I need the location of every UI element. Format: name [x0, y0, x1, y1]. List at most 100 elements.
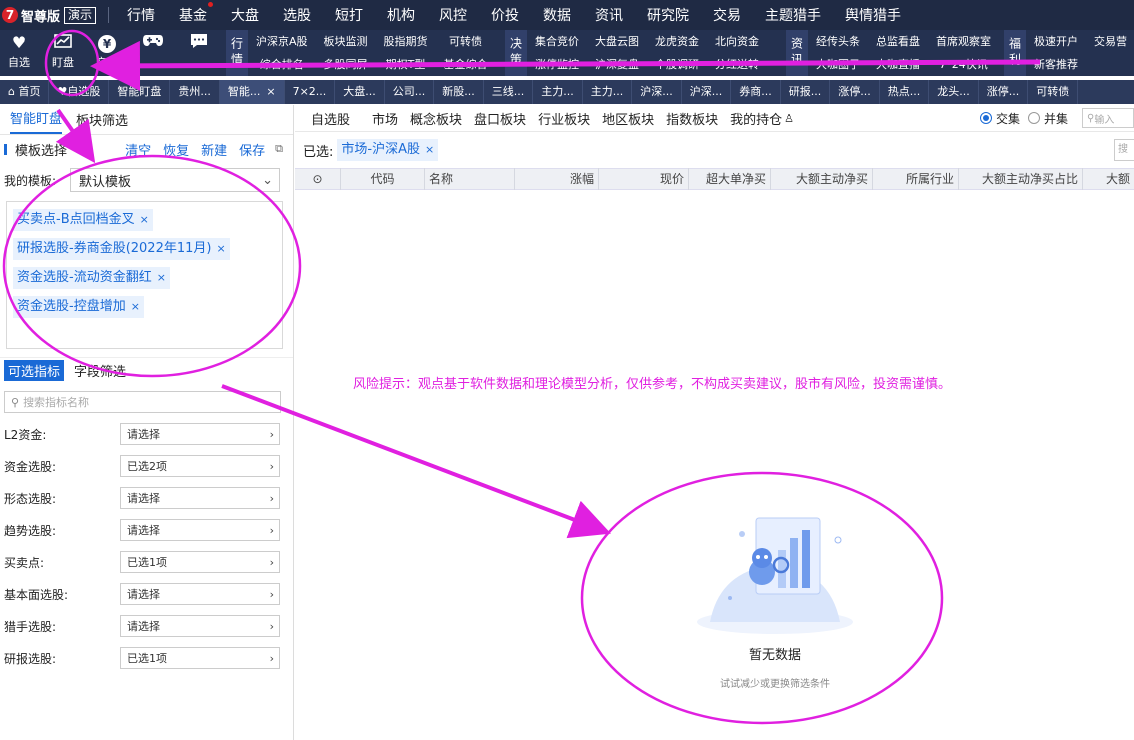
- ribbon-link[interactable]: 分红送转: [707, 53, 767, 76]
- tab[interactable]: 大盘...: [335, 80, 385, 104]
- column-header[interactable]: 名称: [425, 168, 515, 190]
- filter-select[interactable]: 请选择 ›: [120, 423, 280, 445]
- category-tab[interactable]: 概念板块: [410, 109, 462, 128]
- close-icon[interactable]: ×: [216, 242, 225, 255]
- menu-item-market[interactable]: 大盘: [219, 5, 271, 25]
- save-button[interactable]: 保存: [239, 140, 265, 159]
- menu-item-risk-control[interactable]: 风控: [427, 5, 479, 25]
- copy-icon[interactable]: ⧉: [275, 142, 283, 156]
- category-tab[interactable]: 自选股: [311, 109, 350, 128]
- tab[interactable]: 主力...: [533, 80, 583, 104]
- category-tab[interactable]: 市场: [372, 109, 398, 128]
- close-icon[interactable]: ×: [131, 300, 140, 313]
- ribbon-link[interactable]: 沪深京A股: [248, 30, 316, 53]
- menu-item-news[interactable]: 资讯: [583, 5, 635, 25]
- tab[interactable]: 公司...: [385, 80, 435, 104]
- tab[interactable]: 新股...: [434, 80, 484, 104]
- tab[interactable]: 龙头...: [929, 80, 979, 104]
- menu-item-stock-picking[interactable]: 选股: [271, 5, 323, 25]
- column-header[interactable]: 涨幅: [515, 168, 599, 190]
- tab-smart-monitor[interactable]: 智能盯盘: [109, 80, 171, 104]
- tab[interactable]: 热点...: [880, 80, 930, 104]
- ribbon-link[interactable]: 期权T型: [376, 53, 436, 76]
- filter-select[interactable]: 请选择 ›: [120, 615, 280, 637]
- column-header[interactable]: 超大单净买: [689, 168, 771, 190]
- tab[interactable]: 贵州...: [170, 80, 220, 104]
- menu-item-fund[interactable]: 基金: [167, 2, 219, 25]
- menu-item-quotes[interactable]: 行情: [115, 5, 167, 25]
- tab[interactable]: 7×2...: [285, 80, 336, 104]
- menu-item-sentiment-hunter[interactable]: 舆情猎手: [833, 5, 913, 25]
- ribbon-link[interactable]: 新客推荐: [1026, 53, 1086, 76]
- indicator-search-input[interactable]: ⚲ 搜索指标名称: [4, 391, 281, 413]
- tab-field-filter[interactable]: 字段筛选: [74, 361, 126, 380]
- menu-item-institution[interactable]: 机构: [375, 5, 427, 25]
- column-header[interactable]: 所属行业: [873, 168, 959, 190]
- ribbon-link[interactable]: 首席观察室: [928, 30, 999, 53]
- ribbon-link[interactable]: 7*24快讯: [928, 53, 999, 76]
- menu-item-value-invest[interactable]: 价投: [479, 5, 531, 25]
- filter-select[interactable]: 请选择 ›: [120, 487, 280, 509]
- column-header[interactable]: 现价: [599, 168, 689, 190]
- category-tab[interactable]: 地区板块: [602, 109, 654, 128]
- settings-gear-icon[interactable]: ⊙: [295, 168, 341, 190]
- filter-select[interactable]: 已选1项 ›: [120, 647, 280, 669]
- demo-badge[interactable]: 演示: [64, 6, 97, 24]
- tab-watchlist[interactable]: ♥自选股: [49, 80, 110, 104]
- tab[interactable]: 沪深...: [632, 80, 682, 104]
- tab[interactable]: 涨停...: [979, 80, 1029, 104]
- ribbon-link[interactable]: 大咖圈子: [808, 53, 868, 76]
- column-header[interactable]: 大额主动净买: [771, 168, 873, 190]
- tab[interactable]: 三线...: [484, 80, 534, 104]
- close-icon[interactable]: ×: [425, 143, 434, 156]
- tab-home[interactable]: ⌂ 首页: [0, 80, 50, 104]
- radio-union[interactable]: 并集: [1027, 110, 1068, 127]
- filter-select[interactable]: 请选择 ›: [120, 519, 280, 541]
- ribbon-link[interactable]: 板块监测: [316, 30, 376, 53]
- subtab-smart-monitor[interactable]: 智能盯盘: [10, 108, 63, 134]
- table-search-input[interactable]: 搜: [1114, 139, 1134, 161]
- category-tab[interactable]: 盘口板块: [474, 109, 526, 128]
- tab-active[interactable]: 智能... ×: [219, 80, 285, 104]
- menu-item-research[interactable]: 研究院: [635, 5, 701, 25]
- ribbon-link[interactable]: 交易营: [1086, 30, 1134, 53]
- tab[interactable]: 沪深...: [682, 80, 732, 104]
- ribbon-trade-button[interactable]: ¥ 交易: [88, 32, 126, 74]
- ribbon-link[interactable]: 极速开户: [1026, 30, 1086, 53]
- menu-item-short-trade[interactable]: 短打: [323, 5, 375, 25]
- close-icon[interactable]: ×: [266, 85, 275, 98]
- column-header[interactable]: 代码: [341, 168, 425, 190]
- category-tab[interactable]: 我的持仓: [730, 109, 782, 128]
- ribbon-link[interactable]: 基金综合: [436, 53, 496, 76]
- new-button[interactable]: 新建: [201, 140, 227, 159]
- ribbon-watchlist-button[interactable]: ♥ 自选: [0, 32, 38, 74]
- tab-available-indicators[interactable]: 可选指标: [4, 360, 65, 381]
- ribbon-game-button[interactable]: [134, 32, 172, 74]
- tab[interactable]: 涨停...: [830, 80, 880, 104]
- filter-select[interactable]: 已选1项 ›: [120, 551, 280, 573]
- menu-item-data[interactable]: 数据: [531, 5, 583, 25]
- tab[interactable]: 主力...: [583, 80, 633, 104]
- ribbon-link[interactable]: 大盘云图: [587, 30, 647, 53]
- ribbon-link[interactable]: 经传头条: [808, 30, 868, 53]
- filter-select[interactable]: 请选择 ›: [120, 583, 280, 605]
- ribbon-link[interactable]: 股指期货: [376, 30, 436, 53]
- ribbon-link[interactable]: 综合排名: [248, 53, 316, 76]
- filter-select[interactable]: 已选2项 ›: [120, 455, 280, 477]
- close-icon[interactable]: ×: [157, 271, 166, 284]
- ribbon-link[interactable]: 北向资金: [707, 30, 767, 53]
- ribbon-monitor-button[interactable]: 盯盘: [44, 32, 82, 74]
- ribbon-link[interactable]: 个股调研: [647, 53, 707, 76]
- radio-intersection[interactable]: 交集: [979, 110, 1020, 127]
- ribbon-link[interactable]: 大咖直播: [868, 53, 928, 76]
- tab[interactable]: 研报...: [781, 80, 831, 104]
- subtab-sector-filter[interactable]: 板块筛选: [76, 110, 128, 134]
- ribbon-link[interactable]: 多股同屏: [316, 53, 376, 76]
- ribbon-link[interactable]: 龙虎资金: [647, 30, 707, 53]
- menu-item-theme-hunter[interactable]: 主题猎手: [753, 5, 833, 25]
- category-tab[interactable]: 行业板块: [538, 109, 590, 128]
- tab[interactable]: 可转债: [1028, 80, 1079, 104]
- ribbon-link[interactable]: 可转债: [436, 30, 496, 53]
- ribbon-link[interactable]: 集合竞价: [527, 30, 587, 53]
- column-header[interactable]: 大额主动净买占比: [959, 168, 1083, 190]
